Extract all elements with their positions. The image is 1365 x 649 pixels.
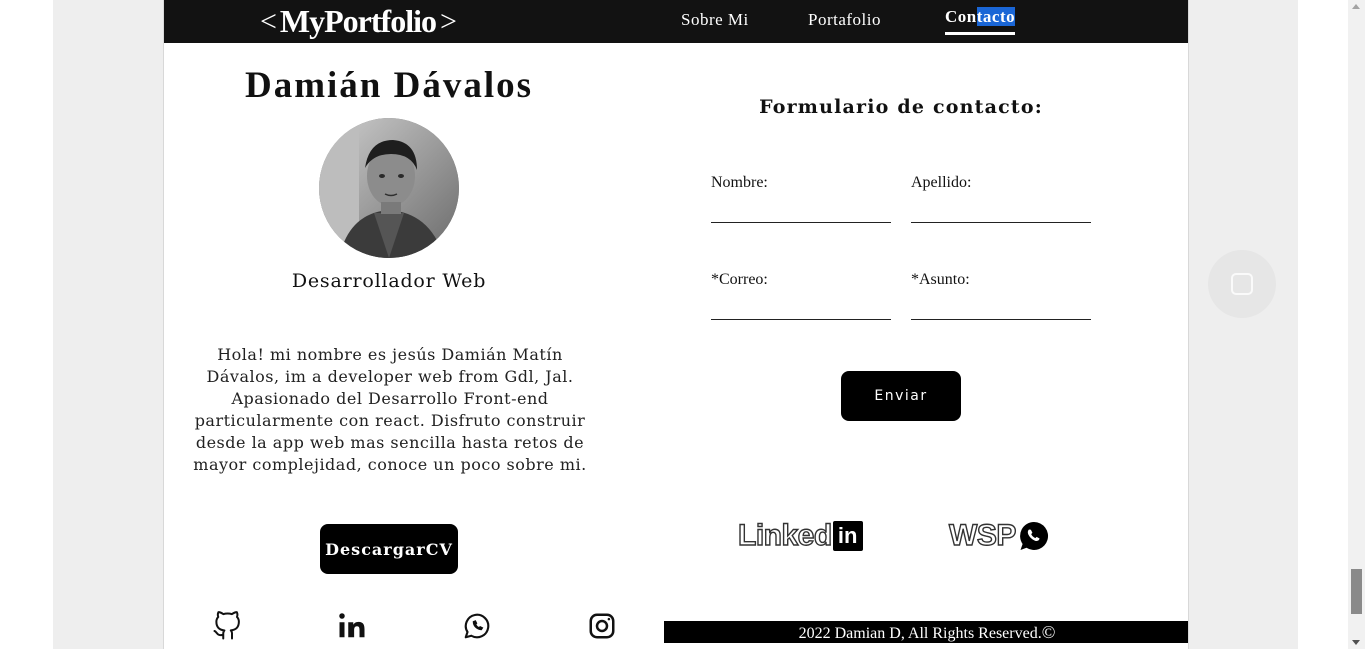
- nav-link-portafolio[interactable]: Portafolio: [808, 10, 881, 30]
- whatsapp-contact-link[interactable]: WSP: [948, 516, 1050, 556]
- footer: 2022 Damian D, All Rights Reserved.©: [664, 621, 1188, 643]
- correo-label: *Correo:: [711, 271, 768, 288]
- linkedin-icon[interactable]: [337, 610, 369, 644]
- nav-link-sobre-mi[interactable]: Sobre Mi: [681, 10, 749, 30]
- right-gutter: [1298, 0, 1348, 649]
- nav-link-contacto-selected-text: tacto: [976, 7, 1016, 26]
- whatsapp-contact-text: WSP: [948, 518, 1017, 552]
- download-cv-button[interactable]: DescargarCV: [320, 524, 458, 574]
- scrollbar-thumb[interactable]: [1351, 569, 1362, 614]
- navbar: < MyPortfolio > Sobre Mi Portafolio Cont…: [164, 0, 1188, 43]
- send-button[interactable]: Enviar: [841, 371, 961, 421]
- nav-link-contacto[interactable]: Contacto: [945, 7, 1016, 35]
- instagram-icon[interactable]: [587, 610, 619, 644]
- linkedin-contact-link[interactable]: Linked in: [737, 516, 863, 556]
- profile-bio: Hola! mi nombre es jesús Damián Matín Dá…: [193, 345, 587, 474]
- scroll-up-arrow-icon[interactable]: [1352, 4, 1360, 9]
- scroll-down-arrow-icon[interactable]: [1352, 640, 1360, 645]
- page-container: < MyPortfolio > Sobre Mi Portafolio Cont…: [163, 0, 1189, 649]
- asunto-input[interactable]: [911, 298, 1091, 320]
- square-icon: [1231, 273, 1253, 295]
- linkedin-badge-icon: in: [832, 521, 863, 551]
- logo[interactable]: < MyPortfolio >: [256, 0, 460, 43]
- asunto-field-group: *Asunto:: [911, 271, 1091, 320]
- avatar: [319, 118, 459, 258]
- profile-role: Desarrollador Web: [291, 270, 487, 292]
- apellido-input[interactable]: [911, 201, 1091, 223]
- whatsapp-icon[interactable]: [462, 610, 494, 644]
- left-gutter: [0, 0, 53, 649]
- copyright-icon: ©: [1041, 622, 1056, 642]
- floating-action-button[interactable]: [1208, 250, 1276, 318]
- apellido-field-group: Apellido:: [911, 174, 1091, 223]
- correo-input[interactable]: [711, 298, 891, 320]
- linkedin-contact-text: Linked: [737, 518, 833, 552]
- whatsapp-badge-icon: [1018, 520, 1050, 552]
- nav-link-contacto-part1: Con: [945, 7, 977, 26]
- correo-field-group: *Correo:: [711, 271, 891, 320]
- github-icon[interactable]: [212, 610, 244, 644]
- scrollbar[interactable]: [1348, 0, 1365, 649]
- profile-name: Damián Dávalos: [244, 65, 534, 106]
- social-icons-row: [164, 610, 664, 646]
- contact-form-title: Formulario de contacto:: [759, 96, 1043, 118]
- apellido-label: Apellido:: [911, 174, 972, 191]
- nombre-label: Nombre:: [711, 174, 768, 191]
- nombre-input[interactable]: [711, 201, 891, 223]
- footer-text: 2022 Damian D, All Rights Reserved.: [798, 625, 1042, 642]
- avatar-photo: [319, 118, 459, 258]
- nombre-field-group: Nombre:: [711, 174, 891, 223]
- logo-bracket-open: <: [260, 4, 277, 38]
- asunto-label: *Asunto:: [911, 271, 970, 288]
- logo-text: MyPortfolio: [279, 3, 437, 39]
- logo-bracket-close: >: [439, 4, 457, 38]
